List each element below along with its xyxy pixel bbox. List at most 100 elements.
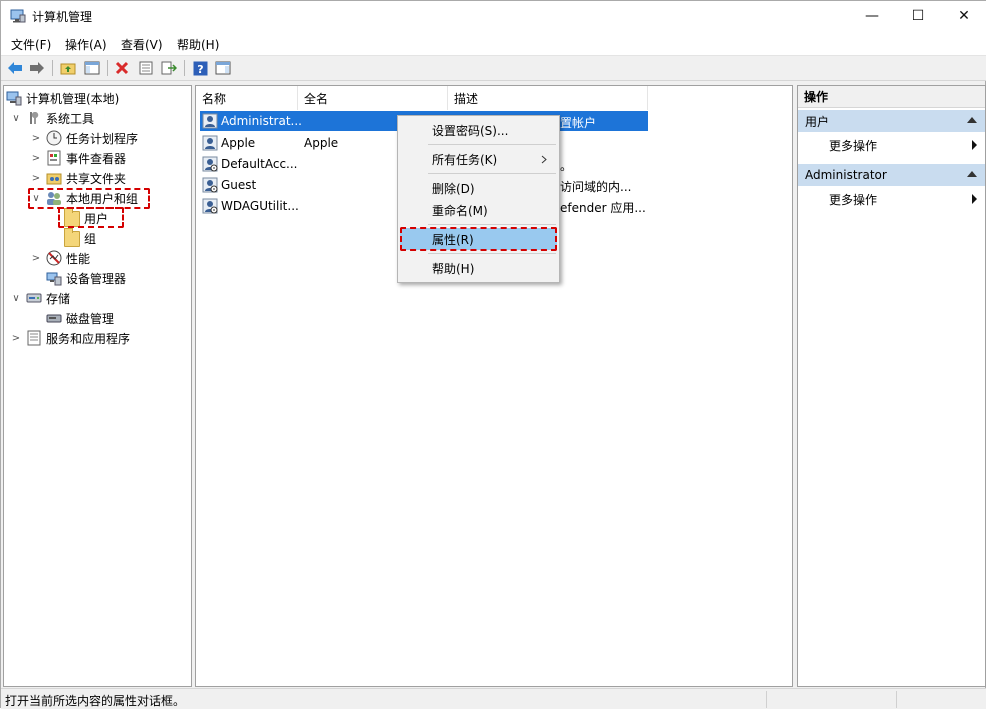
tree-item-device-manager[interactable]: 设备管理器 [46,268,126,288]
action-label: 更多操作 [829,192,878,207]
properties-icon [139,61,153,75]
more-actions-administrator[interactable]: 更多操作 [798,188,985,210]
menu-item-label: 重命名(M) [432,203,488,218]
computer-management-icon [10,9,26,23]
tree-item-groups[interactable]: 组 [64,228,96,248]
context-item-rename[interactable]: 重命名(M) [400,199,557,221]
tree-item-computer-management[interactable]: 计算机管理(本地) [6,88,119,108]
more-actions-users[interactable]: 更多操作 [798,134,985,156]
user-description: 。 [560,159,573,173]
event-viewer-icon [47,150,61,166]
user-name: Guest [221,178,257,192]
user-description: efender 应用... [560,201,646,215]
expand-chevron-icon[interactable]: > [30,153,42,164]
up-one-level-button[interactable] [59,59,77,77]
properties-button[interactable] [137,59,155,77]
delete-icon [115,61,129,75]
tree-item-event-viewer[interactable]: > 事件查看器 [30,148,126,168]
close-icon: ✕ [958,8,970,24]
show-hide-tree-button[interactable] [83,59,101,77]
back-button[interactable] [6,59,24,77]
collapse-chevron-icon[interactable]: ∨ [10,293,22,304]
context-item-help[interactable]: 帮助(H) [400,257,557,279]
expand-chevron-icon[interactable]: > [30,173,42,184]
tree-label: 设备管理器 [66,271,127,286]
device-manager-icon [46,272,62,286]
user-description: 置帐户 [560,116,597,130]
section-title: 用户 [805,114,830,129]
status-text: 打开当前所选内容的属性对话框。 [5,694,186,708]
actions-section-users[interactable]: 用户 [798,110,985,132]
tree-item-services-applications[interactable]: > 服务和应用程序 [10,328,130,348]
context-item-set-password[interactable]: 设置密码(S)... [400,119,557,141]
tree-item-system-tools[interactable]: ∨ 系统工具 [10,108,94,128]
folder-icon [64,228,80,247]
tree-label: 计算机管理(本地) [26,91,120,106]
tree-item-disk-management[interactable]: 磁盘管理 [46,308,114,328]
help-icon: ? [193,61,207,76]
delete-button[interactable] [113,59,131,77]
shared-folder-icon [46,173,62,185]
tree-item-task-scheduler[interactable]: > 任务计划程序 [30,128,138,148]
actions-pane: 操作 用户 更多操作 Administrator 更多操作 [797,85,986,687]
annotation-box-users [58,207,124,228]
actions-section-administrator[interactable]: Administrator [798,164,985,186]
export-icon [161,61,177,75]
user-name: DefaultAcc... [221,157,298,171]
expand-chevron-icon[interactable]: > [30,133,42,144]
tree-label: 性能 [66,251,91,266]
tree-item-shared-folders[interactable]: > 共享文件夹 [30,168,126,188]
expand-chevron-icon[interactable]: > [10,333,22,344]
menu-bar: 文件(F) 操作(A) 查看(V) 帮助(H) [1,32,986,56]
services-icon [27,330,41,346]
menu-view[interactable]: 查看(V) [121,36,163,53]
annotation-box-local-users-groups [28,188,150,209]
navigation-tree: 计算机管理(本地) ∨ 系统工具 > 任务计划程序 > 事件查看器 > 共享文件… [3,85,192,687]
tree-item-performance[interactable]: > 性能 [30,248,90,268]
tree-label: 组 [84,231,97,246]
clock-icon [46,130,62,146]
collapse-chevron-icon[interactable]: ∨ [10,113,22,124]
action-pane-button[interactable] [214,59,232,77]
expand-chevron-icon[interactable]: > [30,253,42,264]
action-label: 更多操作 [829,138,878,153]
tree-label: 存储 [46,291,71,306]
menu-item-label: 帮助(H) [432,261,475,276]
submenu-arrow-icon [541,155,547,164]
submenu-arrow-icon [972,194,977,204]
annotation-box-properties [400,227,557,251]
context-item-all-tasks[interactable]: 所有任务(K) [400,148,557,170]
status-bar: 打开当前所选内容的属性对话框。 [1,688,986,709]
context-menu: 设置密码(S)... 所有任务(K) 删除(D) 重命名(M) 属性(R) 帮助… [397,115,560,283]
forward-button[interactable] [28,59,46,77]
disk-icon [46,314,62,323]
menu-item-label: 删除(D) [432,181,475,196]
menu-action[interactable]: 操作(A) [65,36,107,53]
export-list-button[interactable] [160,59,178,77]
maximize-icon: ☐ [911,8,925,24]
window-title: 计算机管理 [32,10,93,24]
tree-label: 服务和应用程序 [46,331,131,346]
minimize-button[interactable]: — [849,1,895,31]
user-fullname: Apple [304,136,339,150]
toolbar: ? [1,56,986,81]
tree-item-storage[interactable]: ∨ 存储 [10,288,70,308]
menu-file[interactable]: 文件(F) [11,36,51,53]
column-header-name[interactable]: 名称 [196,86,298,110]
menu-help[interactable]: 帮助(H) [177,36,219,53]
column-header-fullname[interactable]: 全名 [298,86,448,110]
tree-label: 任务计划程序 [66,131,139,146]
collapse-triangle-icon[interactable] [967,171,977,177]
context-item-delete[interactable]: 删除(D) [400,177,557,199]
close-button[interactable]: ✕ [941,1,986,31]
computer-management-window: 计算机管理 — ☐ ✕ 文件(F) 操作(A) 查看(V) 帮助(H) ? 计算… [0,0,986,709]
disabled-user-icon [202,156,218,172]
disabled-user-icon [202,177,218,193]
show-tree-icon [84,61,100,75]
submenu-arrow-icon [972,140,977,150]
menu-item-label: 所有任务(K) [432,152,498,167]
maximize-button[interactable]: ☐ [895,1,941,31]
help-button[interactable]: ? [191,59,209,77]
column-header-description[interactable]: 描述 [448,86,648,110]
collapse-triangle-icon[interactable] [967,117,977,123]
